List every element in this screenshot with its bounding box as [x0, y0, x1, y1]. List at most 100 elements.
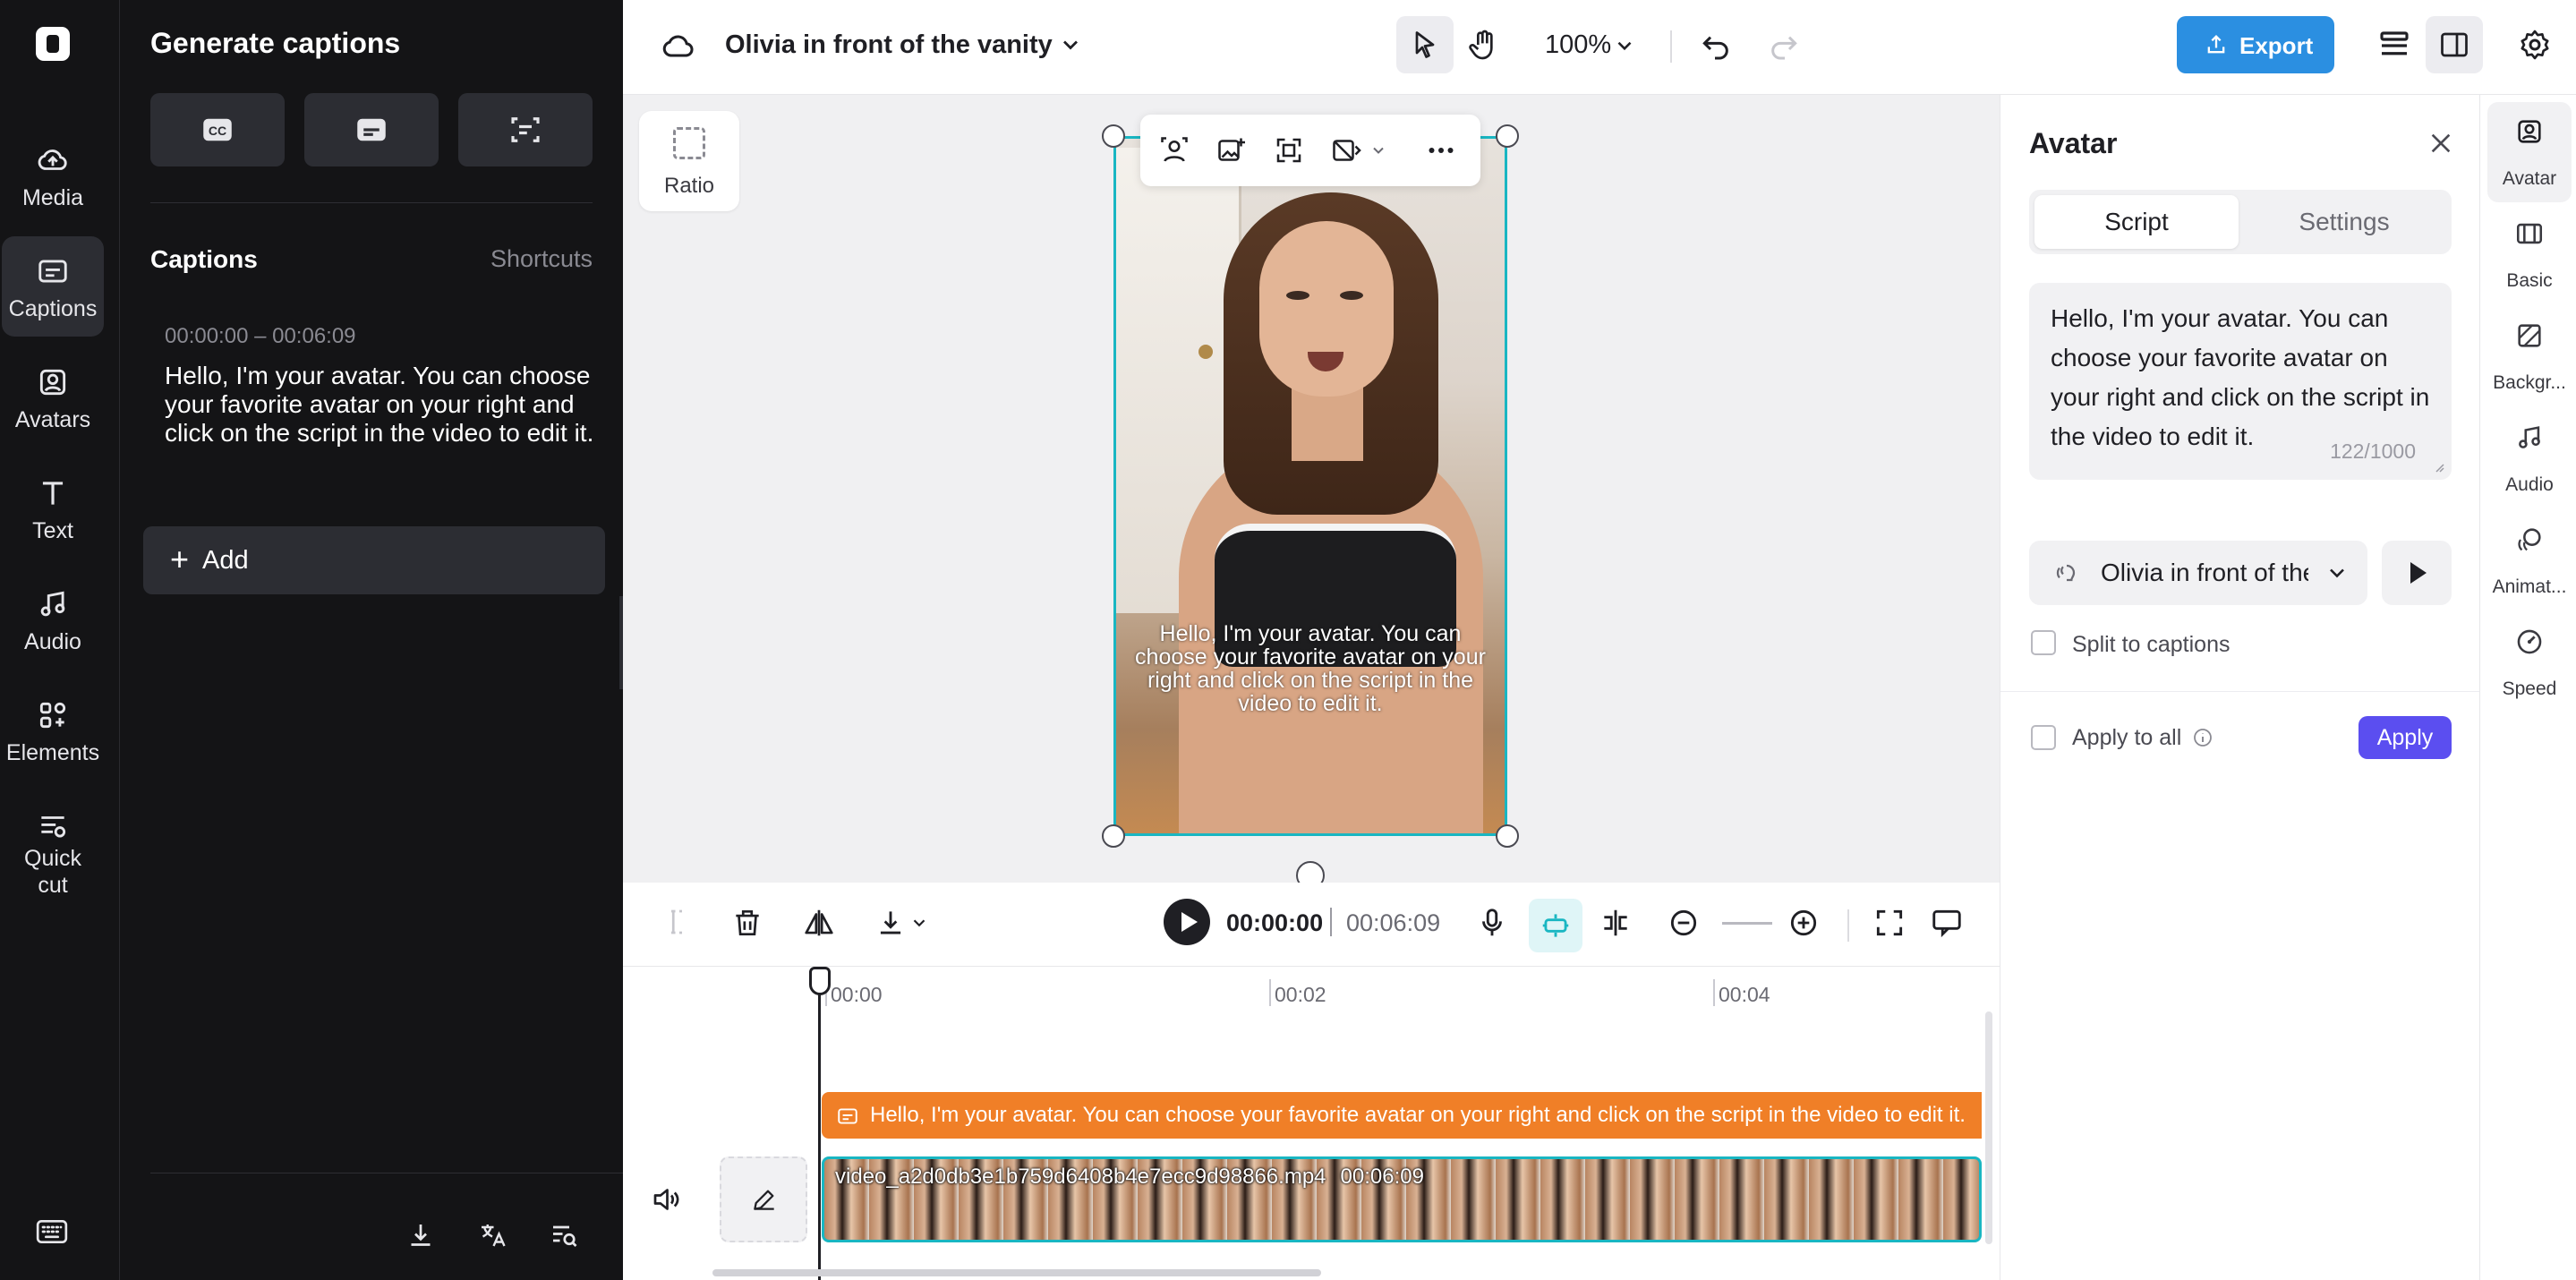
- close-icon[interactable]: [2427, 129, 2455, 158]
- timeline-zoom-slider[interactable]: [1722, 922, 1772, 925]
- resize-handle-top-left[interactable]: [1102, 124, 1125, 148]
- volume-icon[interactable]: [650, 1183, 682, 1216]
- crop-icon[interactable]: [1273, 134, 1305, 166]
- vertical-scrollbar[interactable]: [1985, 1011, 1992, 1244]
- fullscreen-icon[interactable]: [1872, 906, 1906, 940]
- split-view-icon[interactable]: [1599, 906, 1633, 940]
- top-bar: Olivia in front of the vanity 100% Expor…: [623, 0, 2576, 95]
- voice-dropdown[interactable]: Olivia in front of the vanity: [2029, 541, 2367, 605]
- feedback-icon[interactable]: [1930, 906, 1964, 940]
- caption-text[interactable]: Hello, I'm your avatar. You can choose y…: [165, 362, 594, 448]
- select-tool-button[interactable]: [1396, 16, 1454, 73]
- add-caption-button[interactable]: + Add: [143, 526, 605, 594]
- keyboard-icon[interactable]: [34, 1214, 70, 1250]
- cloud-sync-icon[interactable]: [661, 29, 696, 64]
- translate-icon[interactable]: [476, 1219, 508, 1251]
- auto-captions-button[interactable]: CC: [150, 93, 285, 166]
- export-icon: [2207, 35, 2225, 54]
- redo-icon[interactable]: [1767, 27, 1803, 63]
- nav-audio[interactable]: Audio: [2, 569, 104, 670]
- ratio-button[interactable]: Ratio: [639, 111, 739, 211]
- apply-button[interactable]: Apply: [2358, 716, 2452, 759]
- scan-captions-button[interactable]: [458, 93, 593, 166]
- chevron-down-icon[interactable]: [1058, 32, 1083, 57]
- microphone-icon[interactable]: [1475, 906, 1509, 940]
- ruler-tick: 00:00: [825, 979, 883, 1006]
- nav-elements[interactable]: Elements: [2, 680, 104, 781]
- project-name[interactable]: Olivia in front of the vanity: [725, 30, 1053, 60]
- horizontal-scrollbar[interactable]: [712, 1269, 1321, 1276]
- canvas-area: Ratio Hello, I'm your avatar. You can ch…: [623, 95, 2000, 890]
- layout-toggle-button[interactable]: [2426, 16, 2483, 73]
- nav-text[interactable]: Text: [2, 458, 104, 559]
- playhead-handle[interactable]: [809, 967, 831, 995]
- chevron-down-icon[interactable]: [1369, 141, 1387, 159]
- caption-track-clip[interactable]: Hello, I'm your avatar. You can choose y…: [822, 1092, 1982, 1139]
- undo-icon[interactable]: [1697, 27, 1733, 63]
- nav-media[interactable]: Media: [2, 125, 104, 226]
- svg-text:CC: CC: [209, 124, 226, 138]
- script-textarea[interactable]: Hello, I'm your avatar. You can choose y…: [2029, 283, 2452, 480]
- nav-captions-label: Captions: [8, 296, 98, 321]
- remove-background-icon[interactable]: [1330, 134, 1362, 166]
- tab-script[interactable]: Script: [2034, 195, 2239, 249]
- subtitle-file-button[interactable]: [304, 93, 439, 166]
- nav-avatars[interactable]: Avatars: [2, 347, 104, 448]
- text-icon: [42, 482, 64, 505]
- video-preview[interactable]: Hello, I'm your avatar. You can choose y…: [1113, 136, 1507, 836]
- app-logo[interactable]: [36, 27, 70, 61]
- zoom-in-icon[interactable]: [1787, 906, 1821, 940]
- info-icon[interactable]: [2192, 727, 2213, 748]
- resize-grip-icon[interactable]: [2432, 460, 2444, 473]
- playback-toolbar: 00:00:00 00:06:09: [623, 883, 2000, 967]
- zoom-level[interactable]: 100%: [1545, 30, 1611, 60]
- apply-to-all-checkbox[interactable]: [2031, 725, 2056, 750]
- search-captions-icon[interactable]: [548, 1219, 580, 1251]
- subtitle-overlay[interactable]: Hello, I'm your avatar. You can choose y…: [1134, 622, 1487, 715]
- rail-basic[interactable]: Basic: [2487, 204, 2572, 304]
- rail-animation[interactable]: Animat...: [2487, 510, 2572, 610]
- rail-avatar[interactable]: Avatar: [2487, 102, 2572, 202]
- avatar-swap-icon[interactable]: [1158, 134, 1190, 166]
- playhead[interactable]: [818, 986, 821, 1280]
- resize-handle-top-right[interactable]: [1496, 124, 1519, 148]
- more-options-icon[interactable]: [1425, 134, 1457, 166]
- ruler-tick: 00:04: [1713, 979, 1770, 1006]
- nav-quick-cut[interactable]: Quick cut: [2, 791, 104, 898]
- rail-speed[interactable]: Speed: [2487, 612, 2572, 713]
- delete-icon[interactable]: [730, 906, 764, 940]
- resize-handle-bottom-right[interactable]: [1496, 824, 1519, 848]
- rail-background-label: Backgr...: [2493, 372, 2566, 393]
- play-button[interactable]: [1164, 899, 1210, 945]
- left-nav: Media Captions Avatars Text Audio Elemen…: [0, 0, 120, 1280]
- zoom-out-icon[interactable]: [1667, 906, 1701, 940]
- timeline[interactable]: 00:00 00:02 00:04 Hello, I'm your avatar…: [623, 967, 2000, 1280]
- shortcuts-link[interactable]: Shortcuts: [490, 245, 593, 273]
- subtitle-icon: [357, 118, 386, 141]
- nav-audio-label: Audio: [24, 629, 81, 654]
- download-icon[interactable]: [874, 906, 908, 940]
- rail-background[interactable]: Backgr...: [2487, 306, 2572, 406]
- video-track-clip[interactable]: video_a2d0db3e1b759d6408b4e7ecc9d98866.m…: [822, 1156, 1982, 1242]
- download-icon[interactable]: [405, 1219, 437, 1251]
- ratio-icon: [673, 127, 705, 159]
- hand-tool-icon[interactable]: [1466, 27, 1502, 63]
- export-button[interactable]: Export: [2177, 16, 2334, 73]
- nav-captions[interactable]: Captions: [2, 236, 104, 337]
- layers-icon[interactable]: [2376, 27, 2413, 64]
- settings-gear-icon[interactable]: [2517, 27, 2553, 63]
- split-to-captions-checkbox[interactable]: [2031, 630, 2056, 655]
- resize-handle-bottom-left[interactable]: [1102, 824, 1125, 848]
- replace-image-icon[interactable]: [1215, 134, 1248, 166]
- split-icon[interactable]: [661, 906, 693, 938]
- voice-preview-play-button[interactable]: [2382, 541, 2452, 605]
- smart-snap-button[interactable]: [1529, 899, 1582, 952]
- caption-time-range: 00:00:00 – 00:06:09: [165, 324, 356, 348]
- nav-avatars-label: Avatars: [14, 407, 91, 432]
- rail-audio[interactable]: Audio: [2487, 408, 2572, 508]
- tab-settings[interactable]: Settings: [2242, 195, 2446, 249]
- chevron-down-icon[interactable]: [1613, 34, 1636, 57]
- edit-cover-button[interactable]: [720, 1156, 807, 1242]
- chevron-down-icon[interactable]: [909, 913, 929, 933]
- flip-icon[interactable]: [802, 906, 836, 940]
